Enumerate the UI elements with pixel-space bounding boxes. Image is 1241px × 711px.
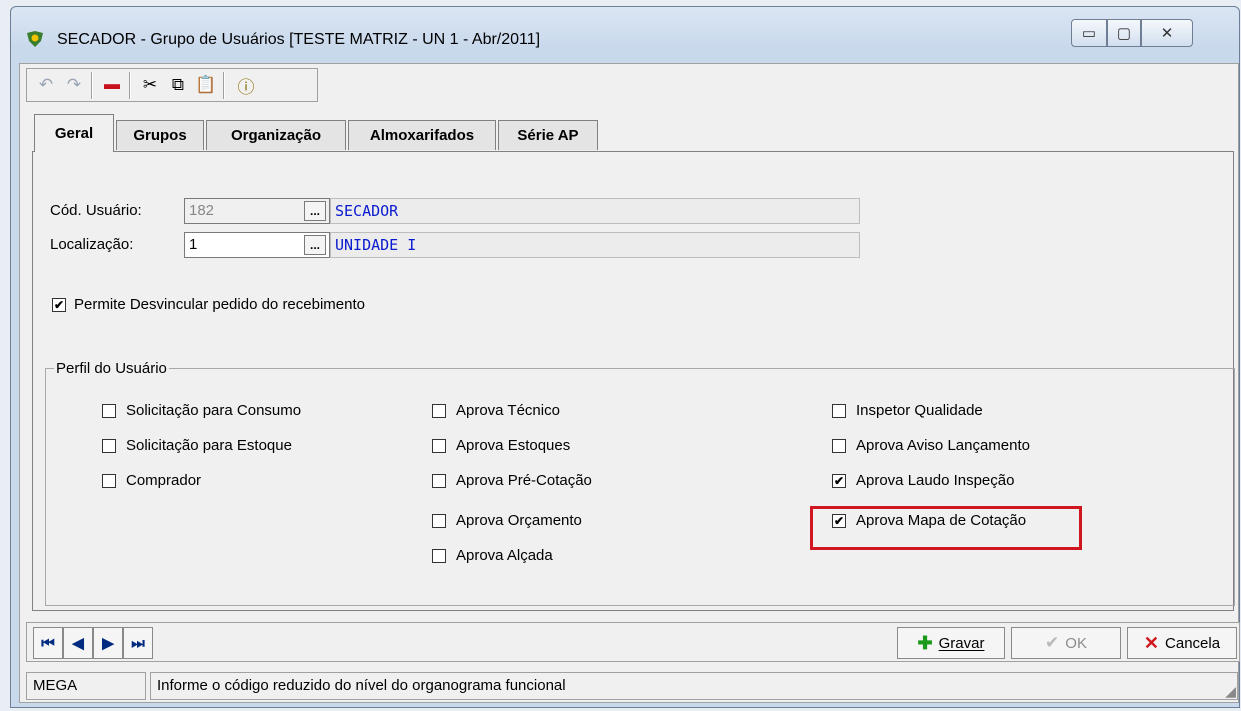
cancela-button[interactable]: ✕ Cancela [1127, 627, 1237, 659]
checkbox-solicitacao-consumo[interactable] [102, 404, 116, 418]
checkbox-aprova-aviso-lancamento[interactable] [832, 439, 846, 453]
cod-usuario-description: SECADOR [330, 198, 860, 224]
checkbox-comprador[interactable] [102, 474, 116, 488]
label-solicitacao-estoque: Solicitação para Estoque [126, 437, 292, 454]
cancela-label: Cancela [1165, 634, 1221, 652]
gravar-label: Gravar [938, 634, 985, 652]
cod-usuario-label: Cód. Usuário: [50, 202, 142, 219]
tab-organizacao[interactable]: Organização [206, 120, 346, 150]
next-record-button[interactable]: ▶ [93, 627, 123, 659]
toolbar-separator [223, 72, 225, 99]
app-icon [25, 29, 45, 49]
checkbox-inspetor-qualidade[interactable] [832, 404, 846, 418]
label-aprova-laudo-inspecao: Aprova Laudo Inspeção [856, 472, 1015, 489]
tab-grupos[interactable]: Grupos [116, 120, 204, 150]
cod-usuario-lookup-button[interactable]: ... [304, 201, 326, 221]
cancel-icon: ✕ [1143, 632, 1160, 653]
client-area: ↶ ↷ ▬ ✂ ⧉ 📋 ⓘ Geral Grupos Organização A… [19, 63, 1240, 703]
toolbar: ↶ ↷ ▬ ✂ ⧉ 📋 ⓘ [26, 68, 318, 102]
copy-icon[interactable]: ⧉ [165, 72, 191, 98]
checkbox-aprova-tecnico[interactable] [432, 404, 446, 418]
app-window: SECADOR - Grupo de Usuários [TESTE MATRI… [10, 6, 1240, 708]
previous-record-button[interactable]: ◀ [63, 627, 93, 659]
check-icon: ✔ [1045, 633, 1060, 652]
label-aprova-aviso-lancamento: Aprova Aviso Lançamento [856, 437, 1031, 454]
ok-button[interactable]: ✔ OK [1011, 627, 1121, 659]
label-aprova-alcada: Aprova Alçada [456, 547, 553, 564]
add-icon: ✚ [917, 632, 933, 653]
label-aprova-tecnico: Aprova Técnico [456, 402, 560, 419]
perfil-group-title: Perfil do Usuário [54, 360, 169, 377]
localizacao-lookup-button[interactable]: ... [304, 235, 326, 255]
tab-label: Geral [54, 125, 94, 142]
status-message: Informe o código reduzido do nível do or… [150, 672, 1238, 700]
permite-desvincular-checkbox[interactable]: ✔ [52, 298, 66, 312]
localizacao-label: Localização: [50, 236, 134, 253]
tab-label: Série AP [517, 127, 579, 144]
minimize-button[interactable]: ▭ [1071, 19, 1107, 47]
window-title: SECADOR - Grupo de Usuários [TESTE MATRI… [57, 31, 541, 48]
cut-icon[interactable]: ✂ [137, 72, 163, 98]
close-button[interactable]: ✕ [1141, 19, 1193, 47]
checkbox-aprova-estoques[interactable] [432, 439, 446, 453]
tab-label: Almoxarifados [369, 127, 475, 144]
checkbox-aprova-laudo-inspecao[interactable]: ✔ [832, 474, 846, 488]
undo-icon[interactable]: ↶ [33, 72, 59, 98]
gravar-button[interactable]: ✚ Gravar [897, 627, 1005, 659]
tab-geral[interactable]: Geral [34, 114, 114, 152]
label-aprova-estoques: Aprova Estoques [456, 437, 571, 454]
tab-label: Organização [230, 127, 322, 144]
resize-grip-icon[interactable]: ◢ [1225, 683, 1236, 700]
tab-serie-ap[interactable]: Série AP [498, 120, 598, 150]
label-inspetor-qualidade: Inspetor Qualidade [856, 402, 983, 419]
checkbox-aprova-alcada[interactable] [432, 549, 446, 563]
checkbox-solicitacao-estoque[interactable] [102, 439, 116, 453]
highlight-annotation [810, 506, 1082, 550]
first-record-button[interactable]: ⏮ [33, 627, 63, 659]
status-bar: MEGA Informe o código reduzido do nível … [26, 668, 1240, 702]
ok-label: OK [1065, 634, 1087, 652]
localizacao-description: UNIDADE I [330, 232, 860, 258]
navigation-bar: ⏮ ◀ ▶ ⏭ ✚ Gravar ✔ OK ✕ Cancela [26, 622, 1240, 662]
label-aprova-orcamento: Aprova Orçamento [456, 512, 582, 529]
title-bar[interactable]: SECADOR - Grupo de Usuários [TESTE MATRI… [11, 7, 1239, 59]
paste-icon[interactable]: 📋 [193, 72, 219, 98]
label-comprador: Comprador [126, 472, 202, 489]
maximize-button[interactable]: ▢ [1107, 19, 1141, 47]
label-solicitacao-consumo: Solicitação para Consumo [126, 402, 302, 419]
checkbox-aprova-pre-cotacao[interactable] [432, 474, 446, 488]
label-aprova-pre-cotacao: Aprova Pré-Cotação [456, 472, 592, 489]
status-user: MEGA [26, 672, 146, 700]
info-icon[interactable]: ⓘ [233, 72, 259, 98]
toolbar-separator [91, 72, 93, 99]
tab-almoxarifados[interactable]: Almoxarifados [348, 120, 496, 150]
redo-icon[interactable]: ↷ [61, 72, 87, 98]
permite-desvincular-label: Permite Desvincular pedido do recebiment… [74, 296, 365, 313]
toolbar-separator [129, 72, 131, 99]
checkbox-aprova-orcamento[interactable] [432, 514, 446, 528]
delete-icon[interactable]: ▬ [99, 72, 125, 98]
tab-label: Grupos [133, 127, 187, 144]
last-record-button[interactable]: ⏭ [123, 627, 153, 659]
